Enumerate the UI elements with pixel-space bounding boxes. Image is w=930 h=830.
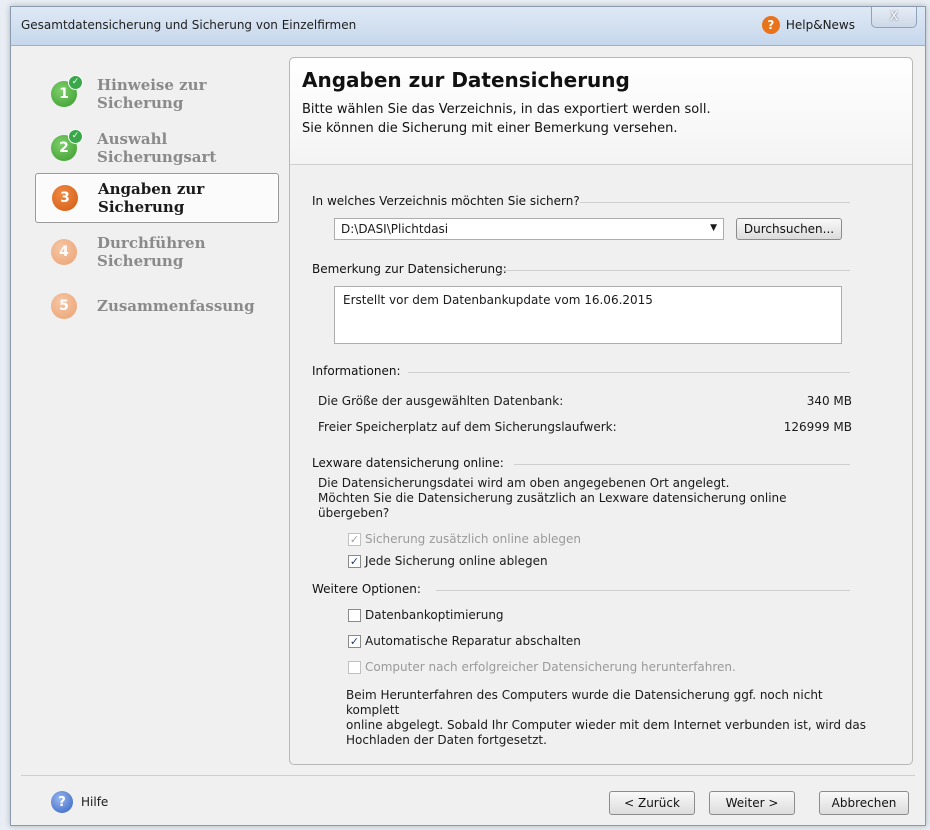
every-online-checkbox[interactable]: ✓	[348, 554, 361, 568]
db-size-label: Die Größe der ausgewählten Datenbank:	[318, 394, 564, 408]
directory-group-label: In welches Verzeichnis möchten Sie siche…	[312, 194, 580, 208]
cancel-button[interactable]: Abbrechen	[819, 791, 909, 815]
online-text-line: Möchten Sie die Datensicherung zusätzlic…	[318, 491, 787, 505]
db-optimize-label[interactable]: Datenbankoptimierung	[365, 608, 504, 622]
title-bar: Gesamtdatensicherung und Sicherung von E…	[11, 7, 925, 46]
step-4: 4 Durchführen Sicherung	[35, 227, 279, 277]
shutdown-note: Beim Herunterfahren des Computers wurde …	[346, 688, 866, 748]
db-size-row: Die Größe der ausgewählten Datenbank: 34…	[318, 394, 852, 408]
every-online-checkbox-row[interactable]: ✓ Jede Sicherung online ablegen	[348, 554, 548, 568]
every-online-label[interactable]: Jede Sicherung online ablegen	[365, 554, 548, 568]
options-group-label: Weitere Optionen:	[312, 582, 421, 596]
step-number-1: 1 ✓	[51, 75, 83, 107]
divider	[500, 270, 850, 271]
free-space-label: Freier Speicherplatz auf dem Sicherungsl…	[318, 420, 617, 434]
next-button[interactable]: Weiter >	[709, 791, 795, 815]
page-title: Angaben zur Datensicherung	[302, 68, 630, 92]
panel-header: Angaben zur Datensicherung Bitte wählen …	[290, 58, 912, 165]
step-number-5: 5	[51, 293, 77, 319]
shutdown-label: Computer nach erfolgreicher Datensicheru…	[365, 660, 736, 674]
step-label: Hinweise zur Sicherung	[97, 76, 207, 112]
shutdown-checkbox	[348, 660, 361, 674]
step-number-4: 4	[51, 239, 77, 265]
close-button[interactable]: X	[871, 7, 917, 28]
subtitle-line: Sie können die Sicherung mit einer Bemer…	[302, 121, 678, 136]
step-number-3: 3	[52, 185, 78, 211]
online-store-label: Sicherung zusätzlich online ablegen	[365, 532, 582, 546]
auto-repair-label[interactable]: Automatische Reparatur abschalten	[365, 634, 581, 648]
back-button[interactable]: < Zurück	[609, 791, 695, 815]
online-text-line: übergeben?	[318, 506, 390, 520]
note-line: Hochladen der Daten fortgesetzt.	[346, 733, 547, 747]
online-store-checkbox: ✓	[348, 532, 361, 546]
browse-button[interactable]: Durchsuchen...	[736, 218, 842, 240]
help-icon: ?	[761, 16, 780, 34]
step-label: Durchführen Sicherung	[97, 234, 206, 270]
step-label: Auswahl Sicherungsart	[97, 130, 217, 166]
step-label: Zusammenfassung	[97, 297, 255, 315]
step-1: 1 ✓ Hinweise zur Sicherung	[35, 69, 279, 119]
note-line: online abgelegt. Sobald Ihr Computer wie…	[346, 718, 867, 732]
step-5: 5 Zusammenfassung	[35, 281, 279, 331]
note-line: Beim Herunterfahren des Computers wurde …	[346, 688, 823, 717]
free-space-value: 126999 MB	[783, 420, 852, 434]
help-icon: ?	[51, 791, 73, 813]
dropdown-arrow-icon[interactable]: ▼	[710, 223, 717, 233]
help-news-label: Help&News	[785, 18, 855, 32]
remark-group-label: Bemerkung zur Datensicherung:	[312, 262, 507, 276]
window-title: Gesamtdatensicherung und Sicherung von E…	[21, 18, 357, 32]
wizard-steps: 1 ✓ Hinweise zur Sicherung 2 ✓ Auswahl Sic…	[23, 53, 285, 753]
step-2: 2 ✓ Auswahl Sicherungsart	[35, 123, 279, 173]
step-label: Angaben zur Sicherung	[98, 180, 205, 216]
checkmark-icon: ✓	[68, 129, 83, 144]
db-optimize-checkbox-row[interactable]: Datenbankoptimierung	[348, 608, 504, 622]
help-news-button[interactable]: ? Help&News	[761, 16, 855, 34]
free-space-row: Freier Speicherplatz auf dem Sicherungsl…	[318, 420, 852, 434]
divider	[580, 202, 850, 203]
subtitle-line: Bitte wählen Sie das Verzeichnis, in das…	[302, 102, 711, 117]
auto-repair-checkbox[interactable]: ✓	[348, 634, 361, 648]
directory-value: D:\DASI\Plichtdasi	[341, 222, 449, 236]
online-store-checkbox-row: ✓ Sicherung zusätzlich online ablegen	[348, 532, 581, 546]
wizard-window: Gesamtdatensicherung und Sicherung von E…	[10, 6, 926, 826]
page-subtitle: Bitte wählen Sie das Verzeichnis, in das…	[302, 100, 711, 138]
online-description: Die Datensicherungsdatei wird am oben an…	[318, 476, 858, 521]
online-group-label: Lexware datensicherung online:	[312, 456, 504, 470]
db-size-value: 340 MB	[806, 394, 852, 408]
step-3: 3 Angaben zur Sicherung	[35, 173, 279, 223]
shutdown-checkbox-row: Computer nach erfolgreicher Datensicheru…	[348, 660, 736, 674]
db-optimize-checkbox[interactable]	[348, 608, 361, 622]
divider	[514, 464, 850, 465]
footer-divider	[21, 775, 915, 776]
step-number-2: 2 ✓	[51, 129, 83, 161]
remark-textarea[interactable]: Erstellt vor dem Datenbankupdate vom 16.…	[334, 286, 842, 344]
online-text-line: Die Datensicherungsdatei wird am oben an…	[318, 476, 730, 490]
info-group-label: Informationen:	[312, 364, 401, 378]
divider	[436, 590, 850, 591]
checkmark-icon: ✓	[68, 75, 83, 90]
content-panel: Angaben zur Datensicherung Bitte wählen …	[289, 57, 913, 765]
help-label: Hilfe	[81, 795, 109, 809]
divider	[408, 372, 850, 373]
auto-repair-checkbox-row[interactable]: ✓ Automatische Reparatur abschalten	[348, 634, 581, 648]
directory-combobox[interactable]: D:\DASI\Plichtdasi ▼	[334, 218, 724, 240]
help-button[interactable]: ? Hilfe	[51, 791, 108, 813]
